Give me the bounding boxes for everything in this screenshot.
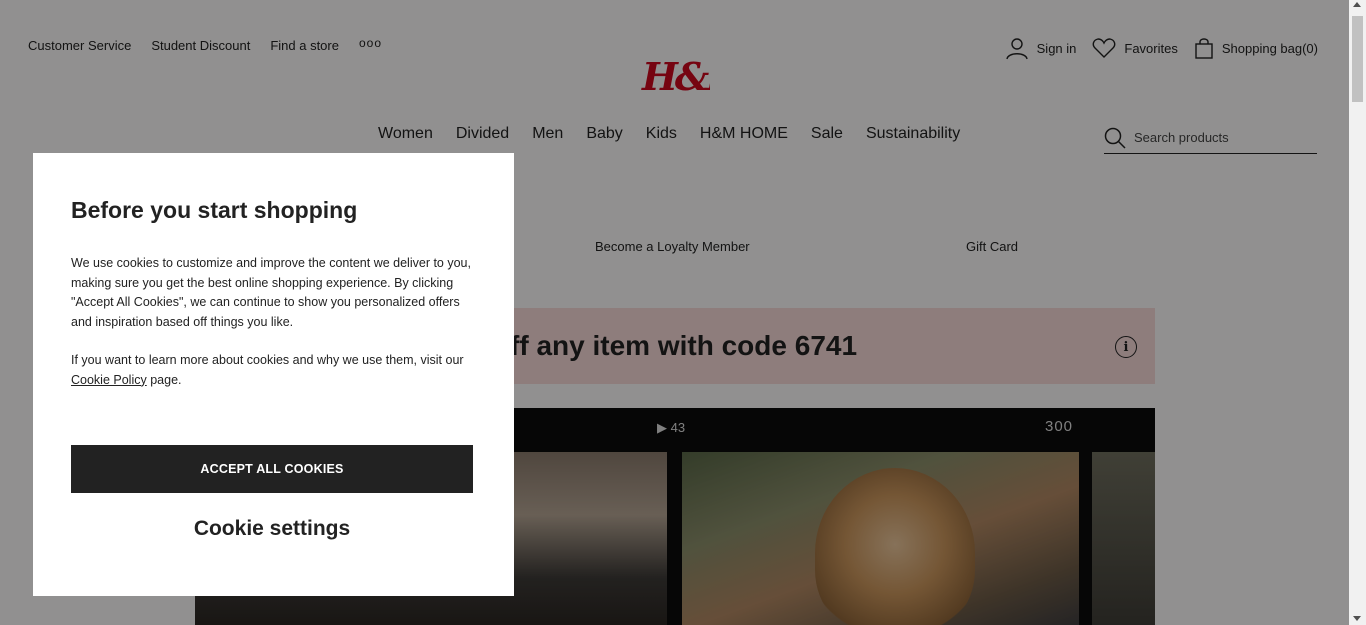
scroll-down-arrow-icon[interactable]	[1353, 616, 1361, 621]
cookie-policy-text-before: If you want to learn more about cookies …	[71, 353, 464, 367]
cookie-policy-text-after: page.	[146, 372, 182, 387]
accept-all-cookies-button[interactable]: ACCEPT ALL COOKIES	[71, 445, 473, 493]
cookie-consent-modal: Before you start shopping We use cookies…	[33, 153, 514, 596]
page-scrollbar[interactable]	[1349, 0, 1366, 625]
cookie-modal-title: Before you start shopping	[71, 197, 358, 223]
scroll-thumb[interactable]	[1352, 16, 1363, 102]
cookie-modal-policy-text: If you want to learn more about cookies …	[71, 351, 476, 390]
cookie-policy-link[interactable]: Cookie Policy	[71, 373, 147, 387]
cookie-modal-description: We use cookies to customize and improve …	[71, 256, 471, 329]
scroll-up-arrow-icon[interactable]	[1353, 2, 1361, 7]
cookie-settings-button[interactable]: Cookie settings	[71, 511, 473, 547]
